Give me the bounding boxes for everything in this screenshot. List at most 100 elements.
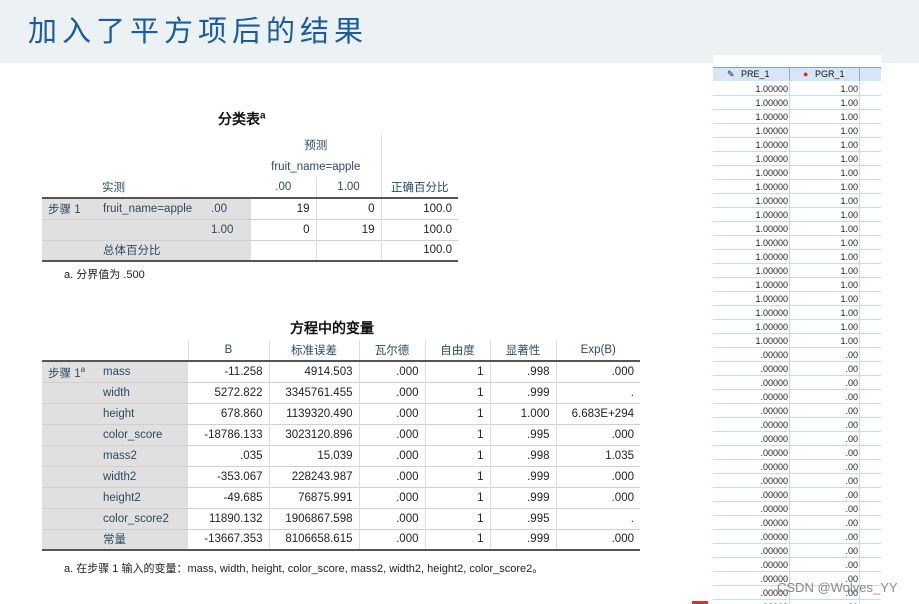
cell[interactable]: 1.00000 bbox=[755, 182, 788, 192]
cell[interactable]: .00 bbox=[845, 504, 858, 514]
cell[interactable]: 1.00 bbox=[840, 238, 858, 248]
grid-row[interactable]: .00000.00 bbox=[713, 544, 881, 558]
grid-row[interactable]: 1.00000 1.00 bbox=[713, 250, 881, 264]
grid-row[interactable]: 1.00000 1.00 bbox=[713, 222, 881, 236]
cell[interactable]: .00000 bbox=[760, 350, 788, 360]
cell[interactable]: .00 bbox=[845, 462, 858, 472]
cell[interactable]: 1.00000 bbox=[755, 322, 788, 332]
cell[interactable]: 1.00000 bbox=[755, 308, 788, 318]
grid-row[interactable]: 1.00000 1.00 bbox=[713, 124, 881, 138]
cell[interactable]: 1.00000 bbox=[755, 112, 788, 122]
cell[interactable]: 1.00000 bbox=[755, 224, 788, 234]
cell[interactable]: 1.00 bbox=[840, 126, 858, 136]
cell[interactable]: 1.00 bbox=[840, 196, 858, 206]
cell[interactable]: 1.00000 bbox=[755, 336, 788, 346]
cell[interactable]: .00000 bbox=[760, 364, 788, 374]
cell[interactable]: .00 bbox=[845, 406, 858, 416]
grid-row[interactable]: 1.00000 1.00 bbox=[713, 208, 881, 222]
grid-row[interactable]: .00000 .00 bbox=[713, 432, 881, 446]
cell[interactable]: 1.00 bbox=[840, 336, 858, 346]
cell[interactable]: .00 bbox=[845, 350, 858, 360]
cell[interactable]: 1.00000 bbox=[755, 238, 788, 248]
grid-row[interactable]: .00000 .00 bbox=[713, 558, 881, 572]
cell[interactable]: .00000 bbox=[760, 434, 788, 444]
grid-row[interactable]: 1.00000 1.00 bbox=[713, 152, 881, 166]
grid-row[interactable]: .00000 .00 bbox=[713, 390, 881, 404]
cell[interactable]: .00000 bbox=[760, 420, 788, 430]
cell[interactable]: .00 bbox=[845, 448, 858, 458]
grid-row[interactable]: 1.00000 1.00 bbox=[713, 264, 881, 278]
cell[interactable]: 1.00 bbox=[840, 210, 858, 220]
cell[interactable]: .00000 bbox=[760, 378, 788, 388]
grid-row[interactable]: 1.00000 1.00 bbox=[713, 278, 881, 292]
cell[interactable]: 1.00 bbox=[840, 154, 858, 164]
cell[interactable]: .00000 bbox=[760, 504, 788, 514]
cell[interactable]: 1.00 bbox=[840, 140, 858, 150]
grid-row[interactable]: .00000 .00 bbox=[713, 446, 881, 460]
cell[interactable]: 1.00000 bbox=[755, 196, 788, 206]
cell[interactable]: 1.00 bbox=[840, 322, 858, 332]
grid-row[interactable]: .00000 .00 bbox=[713, 516, 881, 530]
cell[interactable]: 1.00 bbox=[840, 266, 858, 276]
cell[interactable]: .00000 bbox=[760, 560, 788, 570]
grid-row[interactable]: .00000 .00 bbox=[713, 418, 881, 432]
cell[interactable]: 1.00000 bbox=[755, 210, 788, 220]
cell[interactable]: 1.00 bbox=[840, 84, 858, 94]
cell[interactable]: 1.00000 bbox=[755, 98, 788, 108]
cell[interactable]: .00000 bbox=[760, 406, 788, 416]
column-header-pre1[interactable]: PRE_1 bbox=[741, 69, 770, 79]
cell[interactable]: .00000 bbox=[760, 462, 788, 472]
cell[interactable]: .00000 bbox=[760, 490, 788, 500]
cell[interactable]: .00000 bbox=[760, 476, 788, 486]
cell[interactable]: .00000 bbox=[760, 518, 788, 528]
cell[interactable]: 1.00 bbox=[840, 294, 858, 304]
cell[interactable]: .00 bbox=[845, 518, 858, 528]
cell[interactable]: 1.00000 bbox=[755, 280, 788, 290]
cell[interactable]: 1.00000 bbox=[755, 294, 788, 304]
grid-row[interactable]: .00000 .00 bbox=[713, 404, 881, 418]
cell[interactable]: .00 bbox=[845, 560, 858, 570]
cell[interactable]: 1.00 bbox=[840, 280, 858, 290]
column-header-pgr1[interactable]: PGR_1 bbox=[815, 69, 845, 79]
grid-row[interactable]: 1.00000 1.00 bbox=[713, 306, 881, 320]
cell[interactable]: .00000 bbox=[760, 392, 788, 402]
grid-row[interactable]: 1.00000 1.00 bbox=[713, 194, 881, 208]
cell[interactable]: .00 bbox=[845, 420, 858, 430]
grid-row[interactable]: 1.00000 1.00 bbox=[713, 334, 881, 348]
cell[interactable]: 1.00000 bbox=[755, 126, 788, 136]
grid-row[interactable]: .00000 .00 bbox=[713, 488, 881, 502]
grid-row[interactable]: .00000 .00 bbox=[713, 348, 881, 362]
cell[interactable]: 1.00 bbox=[840, 182, 858, 192]
grid-row[interactable]: .00000.00 bbox=[713, 530, 881, 544]
cell[interactable]: 1.00000 bbox=[755, 266, 788, 276]
cell[interactable]: 1.00 bbox=[840, 98, 858, 108]
grid-row[interactable]: 1.00000 1.00 bbox=[713, 82, 881, 96]
cell[interactable]: 1.00000 bbox=[755, 154, 788, 164]
cell[interactable]: 1.00000 bbox=[755, 140, 788, 150]
cell[interactable]: .00 bbox=[845, 378, 858, 388]
grid-row[interactable]: 1.00000 1.00 bbox=[713, 292, 881, 306]
cell[interactable]: .00 bbox=[845, 392, 858, 402]
cell[interactable]: 1.00000 bbox=[755, 168, 788, 178]
grid-row[interactable]: 1.00000 1.00 bbox=[713, 110, 881, 124]
grid-row[interactable]: .00000 .00 bbox=[713, 376, 881, 390]
grid-row[interactable]: 1.00000 1.00 bbox=[713, 166, 881, 180]
cell[interactable]: 1.00 bbox=[840, 252, 858, 262]
cell[interactable]: .00000 bbox=[760, 448, 788, 458]
grid-row[interactable]: 1.00000 1.00 bbox=[713, 96, 881, 110]
grid-row[interactable]: 1.00000 1.00 bbox=[713, 236, 881, 250]
grid-row[interactable]: .00000 .00 bbox=[713, 474, 881, 488]
cell[interactable]: 1.00 bbox=[840, 224, 858, 234]
grid-row[interactable]: 1.00000 1.00 bbox=[713, 138, 881, 152]
cell[interactable]: .00 bbox=[845, 490, 858, 500]
cell[interactable]: 1.00 bbox=[840, 308, 858, 318]
cell[interactable]: 1.00000 bbox=[755, 252, 788, 262]
data-view-grid[interactable]: ✎ PRE_1 ● PGR_1 1.00000 1.00 1.00000 1.00 1.00… bbox=[713, 55, 881, 604]
grid-row[interactable]: .00000 .00 bbox=[713, 502, 881, 516]
cell[interactable]: .00 bbox=[845, 476, 858, 486]
grid-row[interactable]: .00000.00 bbox=[713, 600, 881, 604]
grid-row[interactable]: .00000 .00 bbox=[713, 460, 881, 474]
cell[interactable]: .00 bbox=[845, 546, 858, 556]
cell[interactable]: .00 bbox=[845, 434, 858, 444]
cell[interactable]: 1.00000 bbox=[755, 84, 788, 94]
